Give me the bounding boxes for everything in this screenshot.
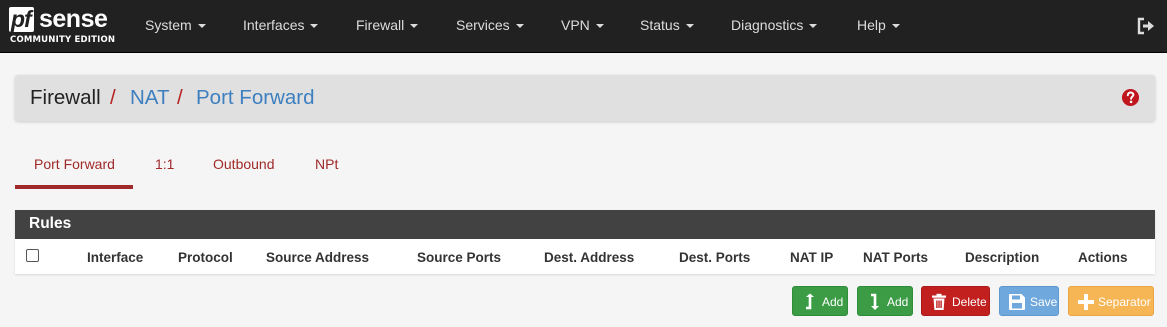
nav-system[interactable]: System	[145, 17, 206, 33]
nav-label: System	[145, 17, 192, 33]
select-all-checkbox[interactable]	[26, 249, 39, 262]
nav-label: Firewall	[356, 17, 405, 33]
arrow-up-add-icon	[806, 293, 814, 310]
plus-icon	[1078, 294, 1094, 310]
chevron-down-icon	[685, 24, 694, 28]
trash-icon	[932, 293, 946, 310]
breadcrumb-separator: /	[110, 86, 116, 109]
column-header-source-address: Source Address	[266, 250, 370, 265]
delete-button[interactable]: Delete	[921, 286, 990, 316]
tab-npt[interactable]: NPt	[315, 156, 338, 172]
chevron-down-icon	[809, 24, 818, 28]
breadcrumb: Firewall / NAT / Port Forward	[15, 75, 1155, 121]
nav-diagnostics[interactable]: Diagnostics	[731, 17, 818, 33]
rules-panel: Rules Interface Protocol Source Address …	[15, 210, 1155, 274]
chevron-down-icon	[197, 24, 206, 28]
question-circle-icon[interactable]	[1121, 88, 1140, 107]
floppy-disk-icon	[1009, 294, 1025, 310]
column-header-dest-ports: Dest. Ports	[679, 250, 751, 265]
column-header-actions: Actions	[1078, 250, 1128, 265]
button-label: Add	[887, 295, 909, 309]
column-header-protocol: Protocol	[178, 250, 233, 265]
tab-one-to-one[interactable]: 1:1	[155, 156, 174, 172]
logo-sense: sense	[39, 5, 108, 33]
nav-vpn[interactable]: VPN	[561, 17, 604, 33]
nav-label: Status	[640, 17, 680, 33]
nav-label: VPN	[561, 17, 590, 33]
active-tab-indicator	[15, 185, 133, 189]
arrow-down-add-icon	[871, 293, 879, 310]
tab-outbound[interactable]: Outbound	[213, 156, 275, 172]
breadcrumb-port-forward[interactable]: Port Forward	[196, 86, 314, 110]
nav-label: Diagnostics	[731, 17, 804, 33]
top-navbar: pf sense COMMUNITY EDITION System Interf…	[0, 0, 1167, 53]
chevron-down-icon	[515, 24, 524, 28]
button-label: Separator	[1098, 295, 1151, 309]
add-separator-button[interactable]: Separator	[1068, 286, 1154, 316]
nav-interfaces[interactable]: Interfaces	[243, 17, 319, 33]
nav-help[interactable]: Help	[857, 17, 900, 33]
button-label: Delete	[952, 295, 987, 309]
chevron-down-icon	[310, 24, 319, 28]
logout-icon[interactable]	[1136, 16, 1156, 36]
column-header-source-ports: Source Ports	[417, 250, 502, 265]
logo-pf: pf	[9, 7, 34, 32]
chevron-down-icon	[410, 24, 419, 28]
breadcrumb-separator: /	[177, 86, 183, 109]
tab-port-forward[interactable]: Port Forward	[34, 156, 115, 172]
rules-title: Rules	[29, 215, 72, 232]
chevron-down-icon	[595, 24, 604, 28]
save-button[interactable]: Save	[999, 286, 1059, 316]
chevron-down-icon	[891, 24, 900, 28]
column-header-nat-ip: NAT IP	[790, 250, 834, 265]
nav-label: Interfaces	[243, 17, 305, 33]
add-rule-bottom-button[interactable]: Add	[857, 286, 913, 316]
column-header-interface: Interface	[87, 250, 144, 265]
nav-label: Services	[456, 17, 510, 33]
nav-services[interactable]: Services	[456, 17, 524, 33]
button-label: Save	[1030, 295, 1058, 309]
rules-panel-header: Rules	[15, 210, 1155, 239]
add-rule-top-button[interactable]: Add	[792, 286, 848, 316]
column-header-nat-ports: NAT Ports	[863, 250, 929, 265]
breadcrumb-firewall: Firewall	[30, 86, 101, 109]
column-header-dest-address: Dest. Address	[544, 250, 635, 265]
button-label: Add	[822, 295, 844, 309]
pfsense-logo[interactable]: pf sense COMMUNITY EDITION	[9, 5, 119, 47]
nav-status[interactable]: Status	[640, 17, 694, 33]
breadcrumb-nat[interactable]: NAT	[130, 86, 169, 110]
nav-firewall[interactable]: Firewall	[356, 17, 419, 33]
logo-edition: COMMUNITY EDITION	[10, 35, 116, 45]
nav-label: Help	[857, 17, 886, 33]
column-header-description: Description	[965, 250, 1040, 265]
